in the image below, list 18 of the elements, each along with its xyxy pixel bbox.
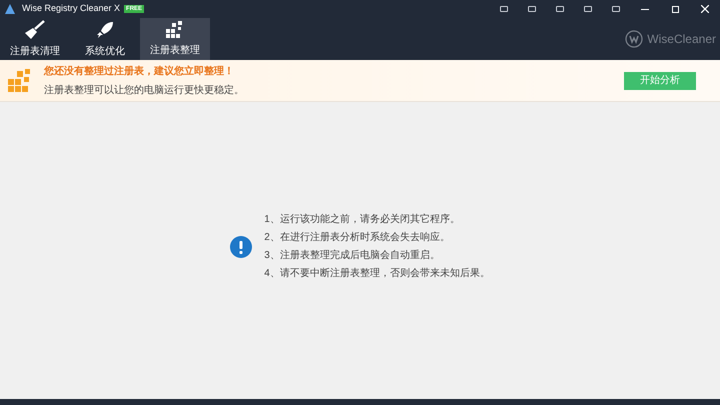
banner-title: 您还没有整理过注册表，建议您立即整理！ [44,64,235,78]
note-text: 1、运行该功能之前，请务必关闭其它程序。 [264,212,461,227]
note-text: 4、请不要中断注册表整理，否则会带来未知后果。 [264,266,490,281]
nav-tab[interactable]: 系统优化 [70,18,140,60]
window-title: Wise Registry Cleaner X [22,2,120,16]
broom-icon [24,20,46,40]
info-icon [230,236,252,258]
nav-tab[interactable]: 注册表整理 [140,18,210,60]
blocks-icon [8,68,32,92]
blocks-icon [166,20,184,38]
nav-tab[interactable]: 注册表清理 [0,18,70,60]
brand-logo-icon [625,30,644,48]
note-text: 2、在进行注册表分析时系统会失去响应。 [264,230,451,245]
close-icon [701,5,709,13]
rocket-icon [95,20,115,40]
brand-name: WiseCleaner [647,31,716,48]
note-text: 3、注册表整理完成后电脑会自动重启。 [264,248,441,263]
banner-subtitle: 注册表整理可以让您的电脑运行更快更稳定。 [44,84,244,98]
